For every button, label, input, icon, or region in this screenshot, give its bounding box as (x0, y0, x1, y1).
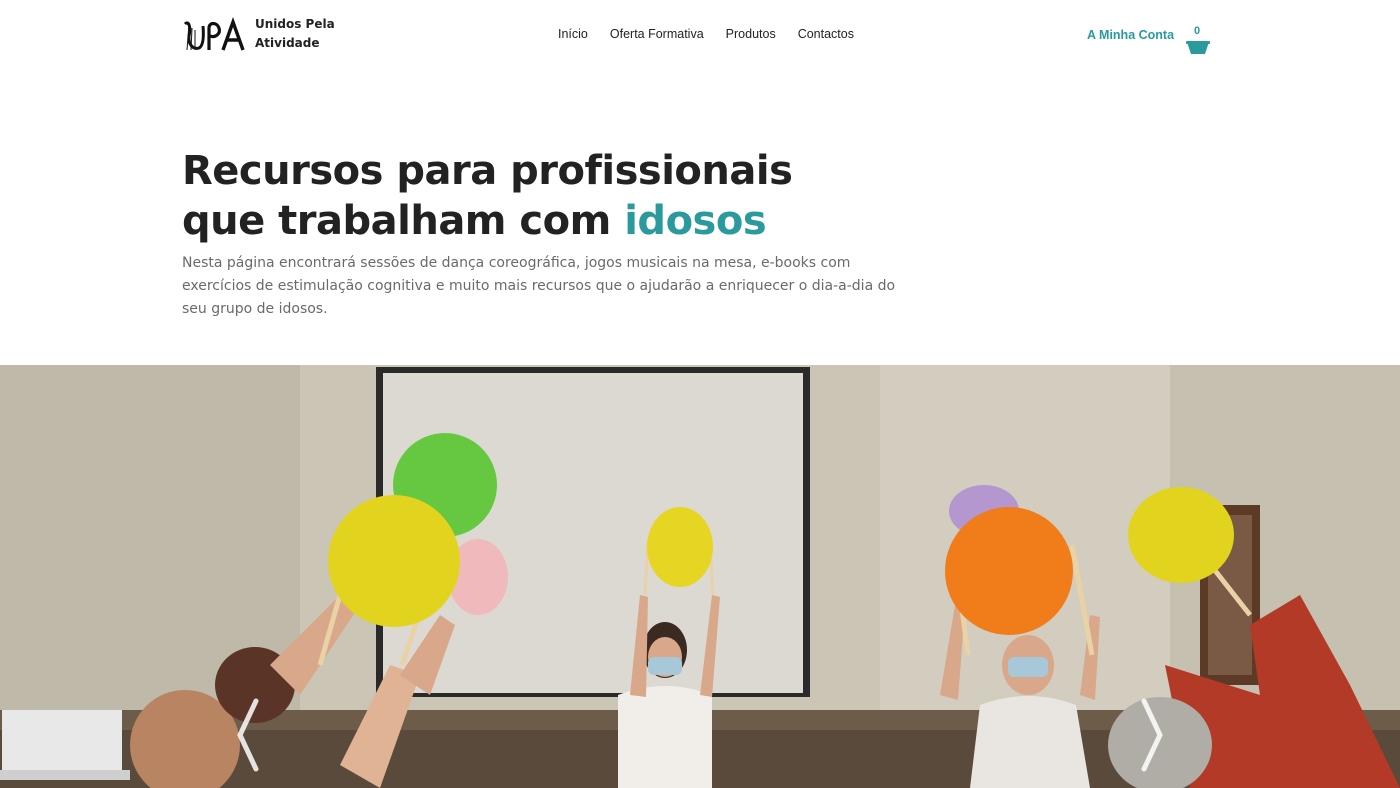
brand-logo[interactable]: Unidos Pela Atividade (183, 14, 335, 54)
hero-carousel[interactable] (0, 365, 1400, 788)
chevron-right-icon[interactable] (1138, 695, 1168, 775)
brand-line1: Unidos Pela (255, 17, 335, 31)
title-line1: Recursos para profissionais (182, 148, 793, 194)
brand-line2: Atividade (255, 36, 320, 50)
nav-item-produtos[interactable]: Produtos (726, 27, 776, 41)
upa-logo-mark (183, 16, 245, 51)
my-account-link[interactable]: A Minha Conta (1087, 28, 1174, 42)
nav-item-inicio[interactable]: Início (558, 27, 588, 41)
basket-icon[interactable] (1186, 36, 1210, 60)
carousel-photo (0, 365, 1400, 788)
chevron-left-icon[interactable] (232, 695, 262, 775)
title-line2-prefix: que trabalham com (182, 198, 625, 244)
nav-item-contactos[interactable]: Contactos (798, 27, 854, 41)
main-nav: Início Oferta Formativa Produtos Contact… (558, 27, 876, 41)
page-description: Nesta página encontrará sessões de dança… (182, 255, 896, 317)
brand-name: Unidos Pela Atividade (255, 15, 335, 53)
title-accent-word: idosos (624, 198, 767, 244)
site-header: Unidos Pela Atividade Início Oferta Form… (0, 0, 1400, 72)
nav-item-oferta-formativa[interactable]: Oferta Formativa (610, 27, 704, 41)
page-title: Recursos para profissionais que trabalha… (182, 146, 793, 246)
